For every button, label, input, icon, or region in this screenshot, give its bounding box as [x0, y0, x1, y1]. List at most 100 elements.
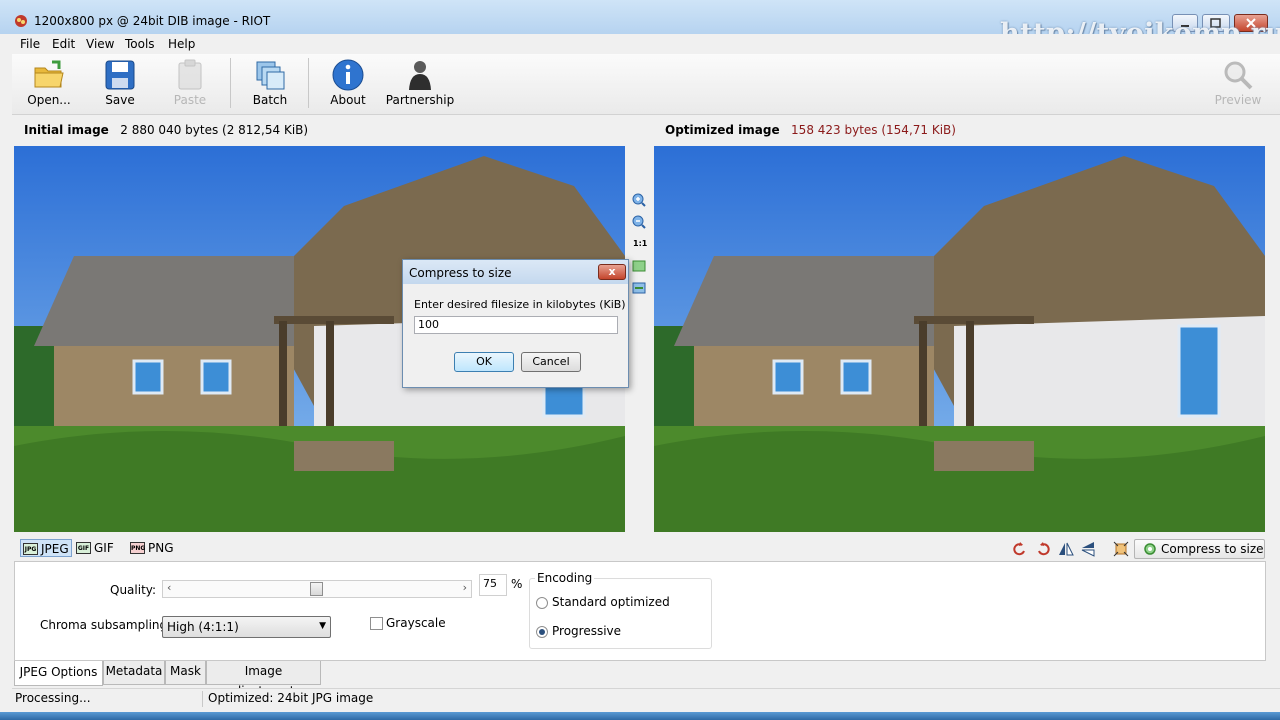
grayscale-label: Grayscale [386, 616, 446, 630]
grayscale-checkbox[interactable] [370, 617, 383, 630]
window-title: 1200x800 px @ 24bit DIB image - RIOT [34, 14, 271, 28]
toolbar-separator [308, 58, 309, 108]
rotate-left-icon[interactable] [1012, 541, 1028, 557]
open-label: Open... [27, 93, 71, 107]
partnership-person-icon [409, 61, 431, 90]
tab-image-adjustments[interactable]: Image adjustments [206, 661, 321, 698]
cancel-button[interactable]: Cancel [521, 352, 581, 372]
optimized-image-label: Optimized image [665, 123, 780, 137]
dialog-title-bar: Compress to size x [403, 260, 628, 284]
compress-to-size-button[interactable]: Compress to size [1134, 539, 1265, 559]
format-jpeg[interactable]: JPG JPEG [20, 539, 72, 557]
png-format-icon: PNG [130, 542, 145, 554]
toolbar: Open... Save Paste Batch About Partnersh… [12, 54, 1280, 115]
batch-button[interactable]: Batch [244, 54, 296, 112]
batch-label: Batch [252, 93, 288, 107]
chevron-down-icon: ▼ [319, 621, 326, 631]
app-window: 1200x800 px @ 24bit DIB image - RIOT htt… [0, 0, 1280, 712]
zoom-in-icon[interactable] [632, 193, 646, 207]
compress-gear-icon [1144, 543, 1156, 555]
format-png-label: PNG [148, 541, 174, 555]
progressive-radio[interactable] [536, 626, 548, 638]
dialog-title: Compress to size [409, 266, 512, 280]
compress-to-size-label: Compress to size [1161, 542, 1264, 556]
rotate-right-icon[interactable] [1035, 541, 1051, 557]
tab-jpeg-options[interactable]: JPEG Options [14, 661, 103, 686]
chroma-selected-value: High (4:1:1) [167, 620, 239, 634]
optimized-image-view[interactable] [654, 146, 1265, 532]
menu-tools[interactable]: Tools [125, 37, 155, 51]
standard-optimized-radio[interactable] [536, 597, 548, 609]
slider-left-arrow[interactable]: ‹ [167, 581, 171, 594]
format-bar: JPG JPEG GIF GIF PNG PNG [14, 536, 1266, 560]
fit-to-window-icon[interactable] [632, 259, 646, 273]
chroma-subsampling-label: Chroma subsampling: [40, 618, 172, 632]
initial-image-info: Initial image 2 880 040 bytes (2 812,54 … [24, 123, 308, 137]
riot-app-icon [15, 15, 27, 27]
toolbar-separator [230, 58, 231, 108]
optimized-image-info: Optimized image 158 423 bytes (154,71 Ki… [665, 123, 956, 137]
dialog-close-button[interactable]: x [598, 264, 626, 280]
batch-images-icon [256, 61, 285, 90]
jpeg-format-icon: JPG [23, 543, 38, 555]
info-icon [332, 59, 364, 91]
tab-mask[interactable]: Mask [165, 661, 206, 685]
quality-slider[interactable]: ‹ › [162, 580, 472, 598]
format-jpeg-label: JPEG [41, 542, 69, 556]
preview-button[interactable]: Preview [1208, 54, 1268, 112]
about-label: About [330, 93, 366, 107]
initial-image-size: 2 880 040 bytes (2 812,54 KiB) [120, 123, 309, 137]
paste-clipboard-icon [178, 59, 202, 90]
flip-vertical-icon[interactable] [1080, 541, 1096, 557]
paste-label: Paste [173, 93, 207, 107]
quality-percent-sign: % [511, 577, 523, 591]
compare-icon[interactable] [632, 281, 646, 295]
menu-edit[interactable]: Edit [52, 37, 75, 51]
close-icon: x [608, 265, 616, 278]
house-photo-optimized [654, 146, 1265, 532]
filesize-prompt: Enter desired filesize in kilobytes (KiB… [414, 298, 626, 311]
taskbar [0, 712, 1280, 720]
zoom-out-icon[interactable] [632, 215, 646, 229]
gif-format-icon: GIF [76, 542, 91, 554]
quality-label: Quality: [110, 583, 157, 597]
quality-value-input[interactable]: 75 [479, 574, 507, 596]
status-optimized-info: Optimized: 24bit JPG image [208, 691, 374, 705]
save-label: Save [105, 93, 135, 107]
flip-horizontal-icon[interactable] [1058, 541, 1074, 557]
menu-view[interactable]: View [86, 37, 114, 51]
encoding-group [529, 578, 712, 649]
format-png[interactable]: PNG PNG [128, 539, 198, 557]
tab-metadata[interactable]: Metadata [103, 661, 165, 685]
open-folder-icon [34, 60, 64, 88]
slider-right-arrow[interactable]: › [463, 581, 467, 594]
progressive-label: Progressive [552, 624, 622, 638]
menu-help[interactable]: Help [168, 37, 195, 51]
paste-button[interactable]: Paste [166, 54, 214, 112]
save-button[interactable]: Save [96, 54, 144, 112]
save-disk-icon [105, 60, 135, 90]
preview-label: Preview [1214, 93, 1262, 107]
filesize-input[interactable]: 100 [414, 316, 618, 334]
partnership-button[interactable]: Partnership [384, 54, 456, 112]
status-processing: Processing... [15, 691, 91, 705]
chroma-subsampling-select[interactable]: High (4:1:1) ▼ [162, 616, 331, 638]
status-bar: Processing... Optimized: 24bit JPG image [12, 688, 1280, 711]
status-separator [202, 691, 203, 707]
initial-image-label: Initial image [24, 123, 109, 137]
quality-slider-thumb[interactable] [310, 582, 323, 596]
menu-file[interactable]: File [20, 37, 40, 51]
magnifier-preview-icon [1224, 61, 1253, 90]
resize-icon[interactable] [1113, 541, 1129, 557]
menu-bar: File Edit View Tools Help [12, 34, 1280, 54]
standard-optimized-label: Standard optimized [552, 595, 670, 609]
ok-button[interactable]: OK [454, 352, 514, 372]
about-button[interactable]: About [322, 54, 374, 112]
encoding-title: Encoding [535, 571, 595, 585]
format-gif-label: GIF [94, 541, 114, 555]
optimized-image-size: 158 423 bytes (154,71 KiB) [791, 123, 956, 137]
zoom-actual-size[interactable]: 1:1 [633, 239, 647, 248]
compress-to-size-dialog: Compress to size x Enter desired filesiz… [402, 259, 629, 388]
open-button[interactable]: Open... [22, 54, 76, 112]
partnership-label: Partnership [385, 93, 455, 107]
